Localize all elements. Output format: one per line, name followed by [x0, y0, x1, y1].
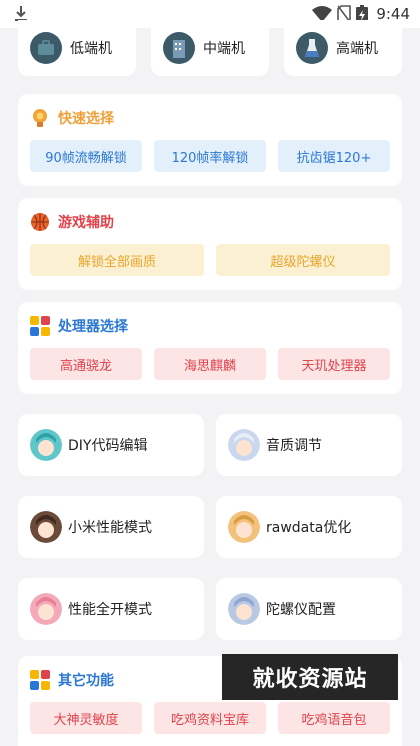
card-title: 游戏辅助: [58, 215, 114, 231]
gyroscope-config-button[interactable]: 陀螺仪配置: [216, 578, 402, 640]
device-low-end-button[interactable]: 低端机: [18, 20, 136, 76]
card-title: 其它功能: [58, 673, 114, 689]
anime-avatar-icon: [228, 429, 260, 461]
anime-avatar-icon: [30, 511, 62, 543]
briefcase-icon: [30, 32, 62, 64]
rawdata-optimize-button[interactable]: rawdata优化: [216, 496, 402, 558]
kirin-button[interactable]: 海思麒麟: [154, 348, 266, 380]
basketball-icon: [31, 213, 49, 231]
flask-icon: [296, 32, 328, 64]
card-title: 处理器选择: [58, 319, 128, 335]
anime-avatar-icon: [30, 429, 62, 461]
unlock-all-graphics-button[interactable]: 解锁全部画质: [30, 244, 204, 276]
diy-code-editor-button[interactable]: DIY代码编辑: [18, 414, 204, 476]
tool-label: 小米性能模式: [68, 520, 152, 536]
tool-label: rawdata优化: [266, 520, 352, 536]
quick-select-card: 快速选择 90帧流畅解锁 120帧率解锁 抗齿锯120+: [18, 94, 402, 186]
device-mid-range-button[interactable]: 中端机: [151, 20, 269, 76]
tool-label: DIY代码编辑: [68, 438, 148, 454]
device-label: 低端机: [70, 41, 112, 57]
anime-avatar-icon: [228, 593, 260, 625]
xiaomi-performance-button[interactable]: 小米性能模式: [18, 496, 204, 558]
device-tier-row: 低端机 中端机 高端机: [18, 20, 402, 76]
watermark-overlay: 就收资源站: [222, 654, 398, 700]
card-title: 快速选择: [58, 111, 114, 127]
dimensity-button[interactable]: 天玑处理器: [278, 348, 390, 380]
device-high-end-button[interactable]: 高端机: [284, 20, 402, 76]
lightbulb-icon: [33, 109, 47, 127]
device-label: 高端机: [336, 41, 378, 57]
tool-label: 音质调节: [266, 438, 322, 454]
anime-avatar-icon: [228, 511, 260, 543]
sound-quality-button[interactable]: 音质调节: [216, 414, 402, 476]
quick-antialias-button[interactable]: 抗齿锯120+: [278, 140, 390, 172]
full-performance-button[interactable]: 性能全开模式: [18, 578, 204, 640]
game-assist-card: 游戏辅助 解锁全部画质 超级陀螺仪: [18, 198, 402, 290]
tool-label: 性能全开模式: [68, 602, 152, 618]
super-gyroscope-button[interactable]: 超级陀螺仪: [216, 244, 390, 276]
device-label: 中端机: [203, 41, 245, 57]
snapdragon-button[interactable]: 高通骁龙: [30, 348, 142, 380]
colorful-squares-icon: [30, 316, 50, 336]
pubg-resource-library-button[interactable]: 吃鸡资料宝库: [154, 702, 266, 734]
pro-sensitivity-button[interactable]: 大神灵敏度: [30, 702, 142, 734]
tool-label: 陀螺仪配置: [266, 602, 336, 618]
processor-card: 处理器选择 高通骁龙 海思麒麟 天玑处理器: [18, 302, 402, 394]
colorful-squares-icon: [30, 670, 50, 690]
quick-120fps-button[interactable]: 120帧率解锁: [154, 140, 266, 172]
anime-avatar-icon: [30, 593, 62, 625]
building-icon: [163, 32, 195, 64]
quick-90fps-button[interactable]: 90帧流畅解锁: [30, 140, 142, 172]
pubg-voice-pack-button[interactable]: 吃鸡语音包: [278, 702, 390, 734]
